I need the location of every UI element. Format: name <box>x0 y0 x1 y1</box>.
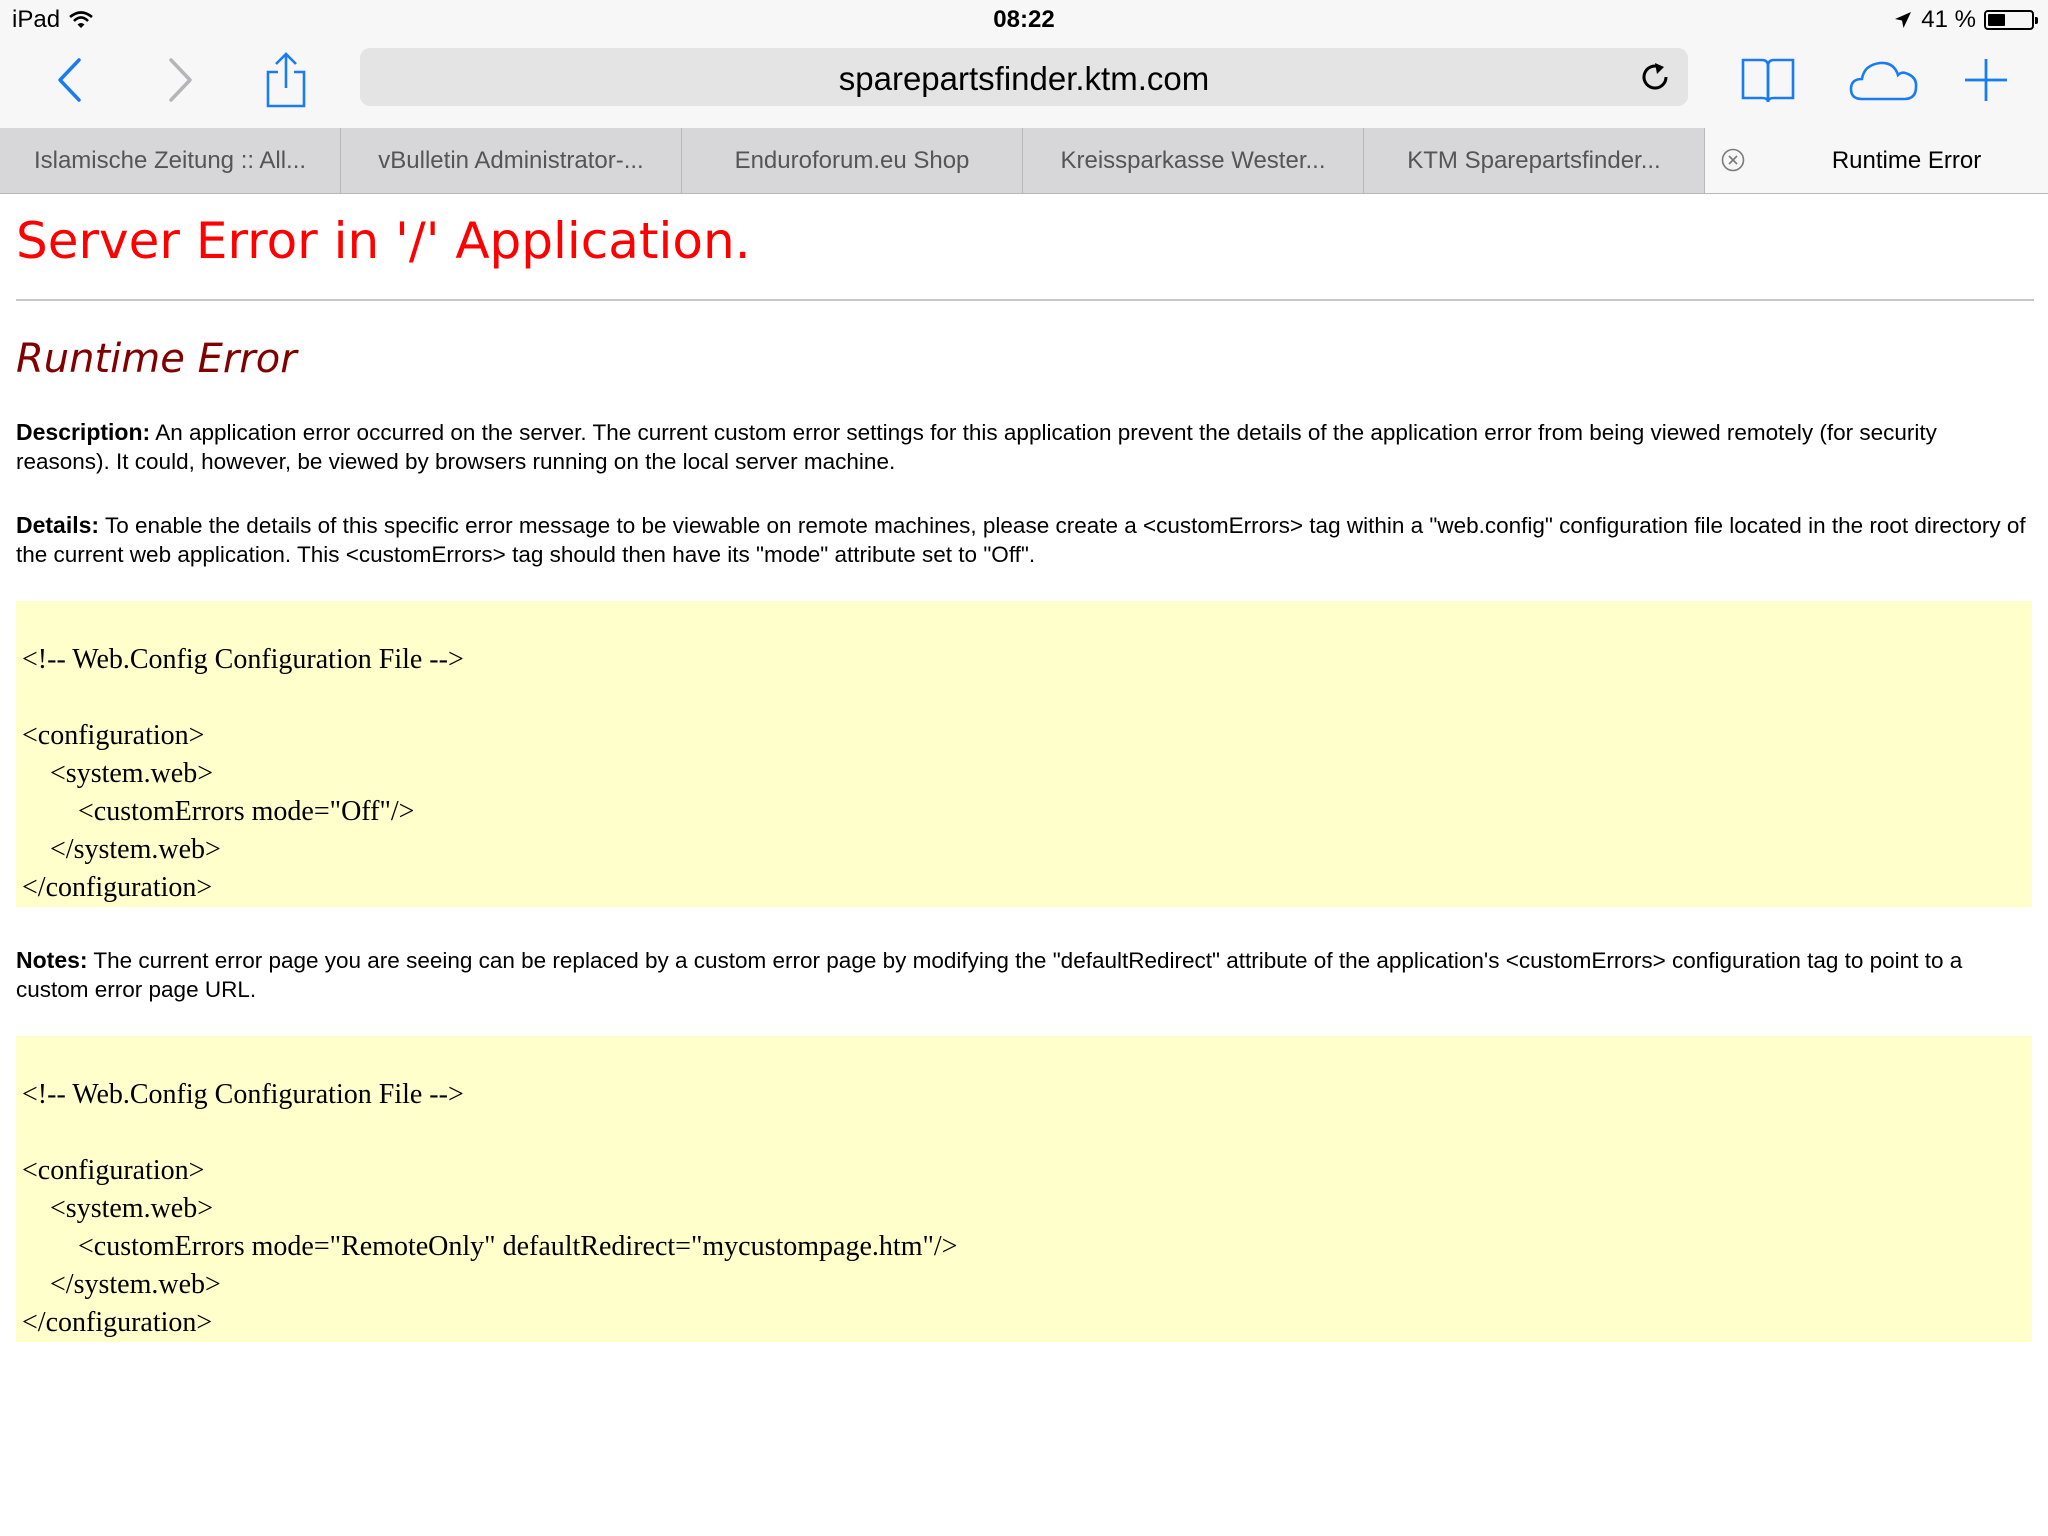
tab-label: KTM Sparepartsfinder... <box>1407 146 1661 174</box>
browser-toolbar: sparepartsfinder.ktm.com <box>0 40 2048 128</box>
share-button[interactable] <box>256 50 316 110</box>
description-label: Description: <box>16 419 151 445</box>
code-line: <customErrors mode="Off"/> <box>22 796 415 827</box>
code-line: <customErrors mode="RemoteOnly" defaultR… <box>22 1231 958 1262</box>
clock: 08:22 <box>993 6 1055 33</box>
tab-bar: Islamische Zeitung :: All... vBulletin A… <box>0 128 2048 194</box>
code-line: <!-- Web.Config Configuration File --> <box>22 644 464 675</box>
back-icon <box>58 58 81 102</box>
details-paragraph: Details: To enable the details of this s… <box>16 511 2028 569</box>
config-code-block: <!-- Web.Config Configuration File --> <… <box>16 601 2032 907</box>
description-text: An application error occurred on the ser… <box>16 420 1937 474</box>
new-tab-icon <box>1965 59 2007 101</box>
page-title: Server Error in '/' Application. <box>16 212 751 270</box>
cloud-tabs-button[interactable] <box>1846 50 1922 110</box>
description-paragraph: Description: An application error occurr… <box>16 418 2028 476</box>
notes-paragraph: Notes: The current error page you are se… <box>16 946 2028 1004</box>
code-line: </system.web> <box>22 1269 221 1300</box>
tab-enduroforum[interactable]: Enduroforum.eu Shop <box>682 128 1023 193</box>
tab-label: Enduroforum.eu Shop <box>734 146 970 174</box>
code-line: </configuration> <box>22 872 213 903</box>
battery-icon <box>1984 10 2038 30</box>
address-bar[interactable]: sparepartsfinder.ktm.com <box>360 48 1688 106</box>
code-line: <configuration> <box>22 720 205 751</box>
tab-ktm-sparepartsfinder[interactable]: KTM Sparepartsfinder... <box>1364 128 1705 193</box>
tab-kreissparkasse[interactable]: Kreissparkasse Wester... <box>1023 128 1364 193</box>
status-bar: iPad 08:22 41 % <box>0 0 2048 40</box>
code-line: </configuration> <box>22 1307 213 1338</box>
back-button[interactable] <box>40 50 100 110</box>
battery-fill <box>1988 14 2005 26</box>
forward-button[interactable] <box>150 50 210 110</box>
code-line: <system.web> <box>22 1193 214 1224</box>
divider <box>16 299 2034 301</box>
reload-icon[interactable] <box>1638 60 1672 94</box>
notes-label: Notes: <box>16 947 88 973</box>
error-subtitle: Runtime Error <box>16 336 297 382</box>
cloud-tabs-icon <box>1849 61 1918 101</box>
details-label: Details: <box>16 512 100 538</box>
new-tab-button[interactable] <box>1956 50 2016 110</box>
share-icon <box>266 52 306 108</box>
code-line: <system.web> <box>22 758 214 789</box>
tab-label: Kreissparkasse Wester... <box>1060 146 1326 174</box>
code-line: </system.web> <box>22 834 221 865</box>
tab-label: Islamische Zeitung :: All... <box>33 146 307 174</box>
url-text: sparepartsfinder.ktm.com <box>838 60 1210 97</box>
tab-label: vBulletin Administrator-... <box>378 146 644 174</box>
forward-icon <box>169 58 192 102</box>
battery-percent: 41 % <box>1921 6 1976 33</box>
details-text: To enable the details of this specific e… <box>16 513 2026 567</box>
bookmarks-icon <box>1741 58 1795 103</box>
code-line: <configuration> <box>22 1155 205 1186</box>
code-line: <!-- Web.Config Configuration File --> <box>22 1079 464 1110</box>
tab-vbulletin[interactable]: vBulletin Administrator-... <box>341 128 682 193</box>
tab-islamische-zeitung[interactable]: Islamische Zeitung :: All... <box>0 128 341 193</box>
notes-text: The current error page you are seeing ca… <box>16 948 1963 1002</box>
location-arrow-icon <box>1895 12 1912 28</box>
config-code-block-redirect: <!-- Web.Config Configuration File --> <… <box>16 1036 2032 1342</box>
bookmarks-button[interactable] <box>1738 50 1798 110</box>
tab-label: Runtime Error <box>1831 146 1982 174</box>
tab-runtime-error[interactable]: Runtime Error <box>1705 128 2048 193</box>
status-right: 41 % <box>1893 6 2038 34</box>
